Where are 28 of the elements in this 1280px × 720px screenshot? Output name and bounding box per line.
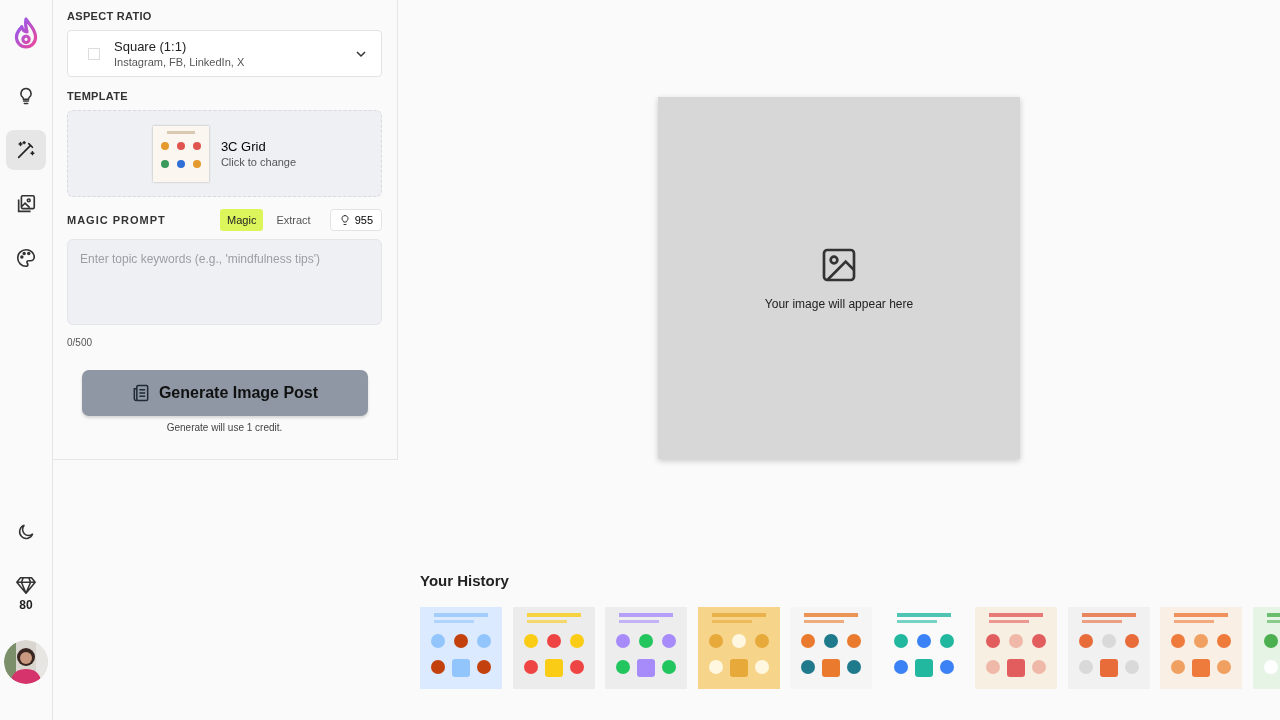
diamond-icon [15,574,37,596]
aspect-ratio-dropdown[interactable]: Square (1:1) Instagram, FB, LinkedIn, X [67,30,382,77]
mode-tab[interactable]: Magic [220,209,264,231]
mode-tab[interactable]: Extract [269,209,318,231]
placeholder-message: Your image will appear here [764,297,914,311]
nav-button[interactable] [6,130,46,170]
history-heading: Your History [420,572,510,589]
template-name: 3C Grid [220,139,267,154]
dropdown-detail: Instagram, FB, LinkedIn, X [114,56,246,68]
prompt-input[interactable]: Enter topic keywords (e.g., 'mindfulness tips') [67,239,382,325]
ideas-button[interactable]: 955 [329,209,382,231]
template-hint: Click to change [220,156,297,168]
template-picker[interactable]: 3C Grid Click to change [67,110,382,197]
generate-button[interactable]: Generate Image Post [81,370,368,416]
palette-icon [15,247,37,269]
moon-icon [16,522,36,542]
character-counter: 0/500 [67,337,94,348]
section-label: ASPECT RATIO [67,10,153,22]
flame-logo-icon[interactable] [12,16,40,50]
image-gallery-icon [15,193,37,215]
credits-count: 80 [19,598,33,612]
section-label: TEMPLATE [67,90,129,102]
lightbulb-icon [338,214,351,226]
section-label: MAGIC PROMPT [67,214,166,226]
square-icon [88,47,100,60]
dropdown-value: Square (1:1) [114,39,188,54]
credit-note: Generate will use 1 credit. [165,422,284,433]
magic-wand-icon [15,139,37,161]
